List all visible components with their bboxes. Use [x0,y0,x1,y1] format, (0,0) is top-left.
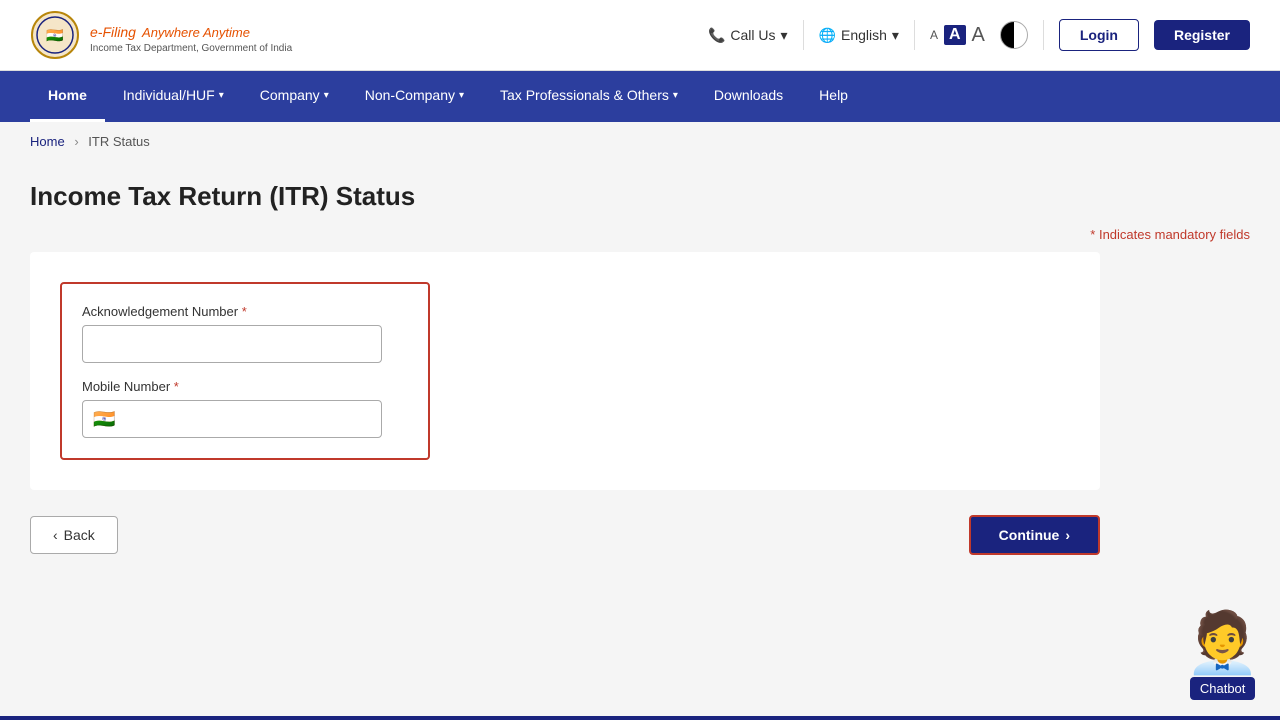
ack-number-field-group: Acknowledgement Number * [82,304,408,363]
nav-item-noncompany[interactable]: Non-Company ▾ [347,71,482,122]
nav-noncompany-arrow: ▾ [459,90,464,101]
language-selector[interactable]: 🌐 English ▾ [819,27,899,44]
mandatory-note: * Indicates mandatory fields [30,227,1250,242]
logo-efiling: e-Filing Anywhere Anytime [90,17,292,43]
font-small-button[interactable]: A [930,28,938,42]
nav-item-help[interactable]: Help [801,71,866,122]
register-button[interactable]: Register [1154,20,1250,50]
nav-downloads-label: Downloads [714,87,783,103]
breadcrumb-home-link[interactable]: Home [30,134,65,149]
nav-noncompany-label: Non-Company [365,87,455,103]
breadcrumb-separator: › [74,134,78,149]
mandatory-star: * [1090,227,1095,242]
main-content: Income Tax Return (ITR) Status * Indicat… [0,161,1280,595]
breadcrumb: Home › ITR Status [0,122,1280,161]
lang-dropdown-arrow: ▾ [892,27,899,44]
mobile-number-input[interactable] [121,411,371,427]
mobile-number-field-group: Mobile Number * 🇮🇳 [82,379,408,438]
nav-company-label: Company [260,87,320,103]
contrast-toggle[interactable] [1000,21,1028,49]
form-section: Acknowledgement Number * Mobile Number *… [60,282,430,460]
phone-icon: 📞 [708,27,725,44]
nav-item-downloads[interactable]: Downloads [696,71,801,122]
efiling-label: e-Filing [90,24,136,40]
font-medium-button[interactable]: A [944,25,966,45]
nav-company-arrow: ▾ [324,90,329,101]
nav-individual-arrow: ▾ [219,90,224,101]
back-chevron-icon: ‹ [53,527,58,543]
nav-home-label: Home [48,87,87,103]
font-controls: A A A [930,24,985,47]
font-medium-label: A [949,26,961,43]
chatbot-label: Chatbot [1190,677,1256,700]
chatbot-widget[interactable]: 🧑‍💼 Chatbot [1185,613,1260,700]
nav-item-company[interactable]: Company ▾ [242,71,347,122]
navbar: Home Individual/HUF ▾ Company ▾ Non-Comp… [0,71,1280,122]
ack-number-input[interactable] [82,325,382,363]
chatbot-figure-icon: 🧑‍💼 [1185,613,1260,673]
nav-help-label: Help [819,87,848,103]
ack-label: Acknowledgement Number * [82,304,408,319]
font-large-button[interactable]: A [972,24,985,47]
ack-required-star: * [242,304,247,319]
nav-taxpro-label: Tax Professionals & Others [500,87,669,103]
continue-button[interactable]: Continue › [969,515,1100,555]
logo-subtitle: Income Tax Department, Government of Ind… [90,43,292,54]
page-title: Income Tax Return (ITR) Status [30,181,1250,212]
logo-text: e-Filing Anywhere Anytime Income Tax Dep… [90,17,292,54]
globe-icon: 🌐 [819,27,836,44]
mobile-label-text: Mobile Number [82,379,170,394]
language-label: English [841,27,887,43]
call-dropdown-arrow: ▾ [781,27,788,44]
button-row: ‹ Back Continue › [30,515,1100,555]
login-button[interactable]: Login [1059,19,1139,51]
ack-label-text: Acknowledgement Number [82,304,238,319]
header: 🇮🇳 e-Filing Anywhere Anytime Income Tax … [0,0,1280,71]
form-card: Acknowledgement Number * Mobile Number *… [30,252,1100,490]
call-us-label: Call Us [730,27,775,43]
nav-item-individual[interactable]: Individual/HUF ▾ [105,71,242,122]
logo-area: 🇮🇳 e-Filing Anywhere Anytime Income Tax … [30,10,292,60]
breadcrumb-current: ITR Status [88,134,149,149]
continue-chevron-icon: › [1065,527,1070,543]
nav-item-home[interactable]: Home [30,71,105,122]
svg-text:🇮🇳: 🇮🇳 [46,27,64,43]
back-button[interactable]: ‹ Back [30,516,118,554]
mobile-input-wrap[interactable]: 🇮🇳 [82,400,382,438]
emblem-icon: 🇮🇳 [30,10,80,60]
nav-taxpro-arrow: ▾ [673,90,678,101]
mobile-required-star: * [174,379,179,394]
bottom-divider [0,716,1280,720]
back-label: Back [64,527,95,543]
call-us-button[interactable]: 📞 Call Us ▾ [708,27,788,44]
header-right: 📞 Call Us ▾ 🌐 English ▾ A A A Login Regi… [708,19,1250,51]
continue-label: Continue [999,527,1060,543]
mobile-label: Mobile Number * [82,379,408,394]
mandatory-text: Indicates mandatory fields [1099,227,1250,242]
logo-tagline: Anywhere Anytime [142,25,250,40]
india-flag-icon: 🇮🇳 [93,409,115,430]
nav-item-tax-professionals[interactable]: Tax Professionals & Others ▾ [482,71,696,122]
nav-individual-label: Individual/HUF [123,87,215,103]
